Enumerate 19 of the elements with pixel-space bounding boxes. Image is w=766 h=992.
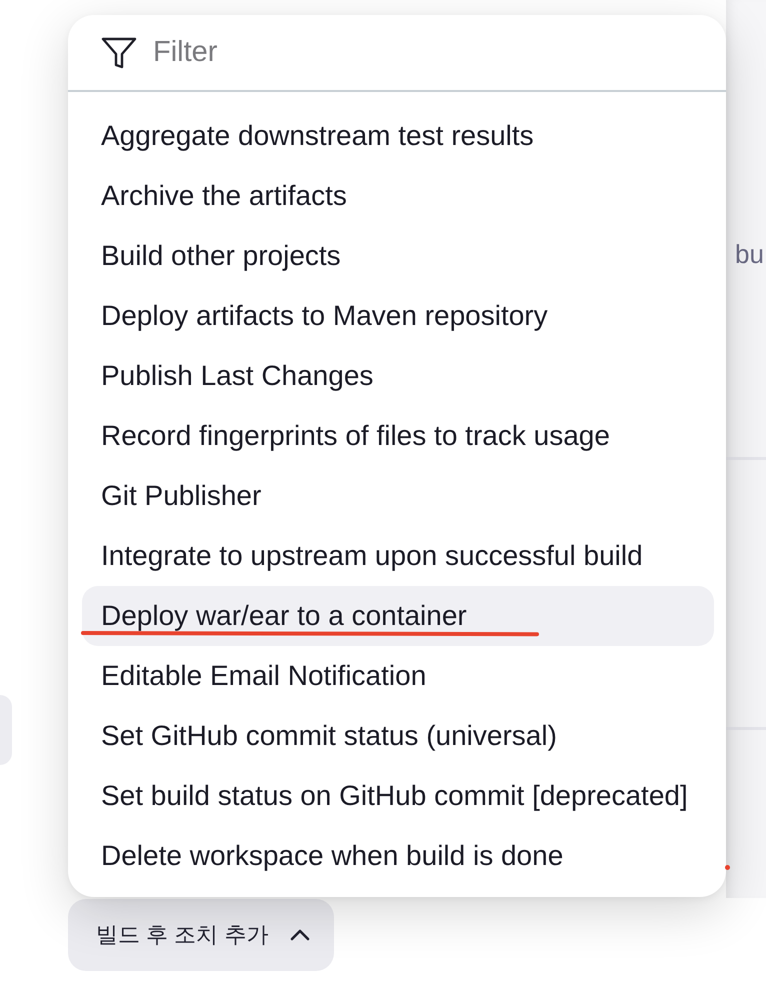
side-text: bu (735, 238, 765, 271)
menu-item[interactable]: Aggregate downstream test results (82, 106, 714, 166)
menu-item[interactable]: Archive the artifacts (82, 166, 714, 226)
menu-item[interactable]: Integrate to upstream upon successful build (82, 526, 714, 586)
add-post-build-action-button[interactable]: 빌드 후 조치 추가 (68, 899, 334, 971)
menu-item[interactable]: Build other projects (82, 226, 714, 286)
menu-item[interactable]: Record fingerprints of files to track usage (82, 406, 714, 466)
menu-item[interactable]: Deploy artifacts to Maven repository (82, 286, 714, 346)
menu-item[interactable]: Editable Email Notification (82, 646, 714, 706)
filter-input[interactable]: Filter (153, 30, 696, 74)
menu-item[interactable]: Deploy war/ear to a container (82, 586, 714, 646)
menu-item[interactable]: Git Publisher (82, 466, 714, 526)
caret-icon (290, 929, 310, 941)
menu-item[interactable]: Publish Last Changes (82, 346, 714, 406)
menu-item[interactable]: Set GitHub commit status (universal) (82, 706, 714, 766)
menu-item[interactable]: Delete workspace when build is done (82, 826, 714, 886)
filter-icon (101, 36, 137, 68)
menu-item[interactable]: Set build status on GitHub commit [deprecated] (82, 766, 714, 826)
dot-icon (725, 865, 730, 870)
